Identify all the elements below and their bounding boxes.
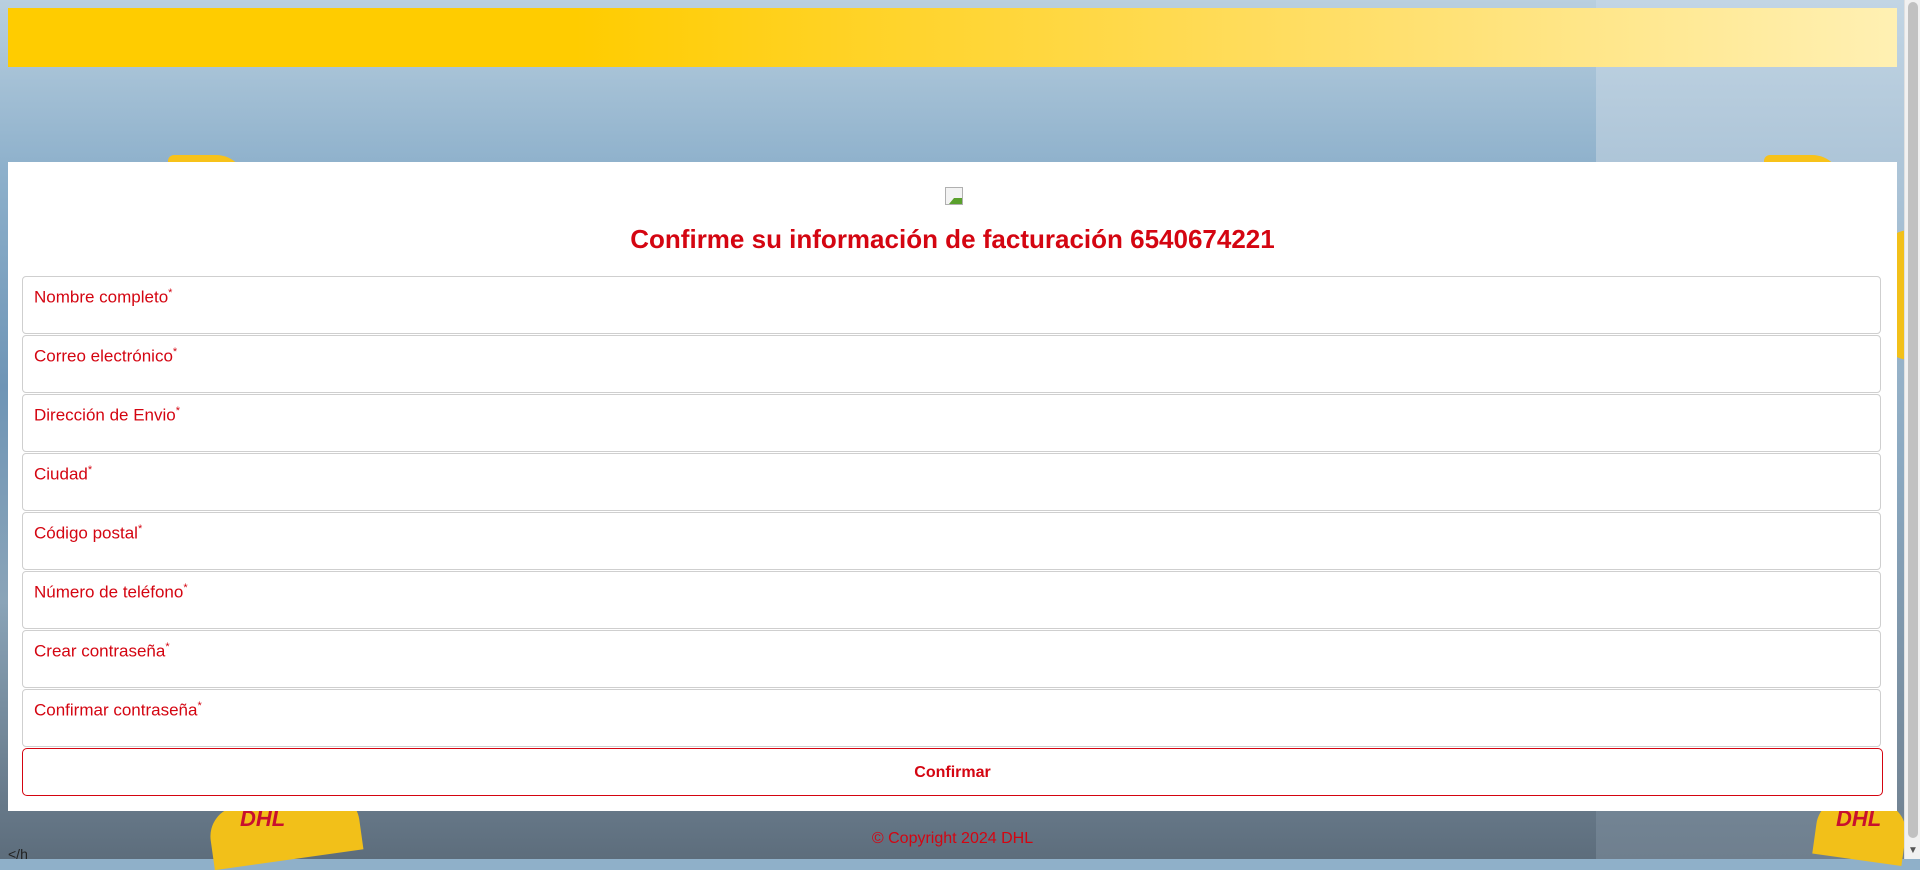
confirm-button[interactable]: Confirmar xyxy=(22,748,1883,796)
full-name-label: Nombre completo* xyxy=(34,287,173,307)
create-password-field[interactable]: Crear contraseña* xyxy=(22,630,1881,688)
postal-code-field[interactable]: Código postal* xyxy=(22,512,1881,570)
phone-label: Número de teléfono* xyxy=(34,582,188,602)
scrollbar-thumb[interactable] xyxy=(1908,2,1918,838)
confirm-password-label: Confirmar contraseña* xyxy=(34,700,202,720)
shipping-address-field[interactable]: Dirección de Envio* xyxy=(22,394,1881,452)
top-banner xyxy=(8,8,1897,67)
full-name-field[interactable]: Nombre completo* xyxy=(22,276,1881,334)
postal-code-label: Código postal* xyxy=(34,523,143,543)
confirm-password-field[interactable]: Confirmar contraseña* xyxy=(22,689,1881,747)
vertical-scrollbar[interactable]: ▼ xyxy=(1904,0,1920,859)
page-title: Confirme su información de facturación 6… xyxy=(630,224,1275,254)
city-label: Ciudad* xyxy=(34,464,93,484)
phone-field[interactable]: Número de teléfono* xyxy=(22,571,1881,629)
copyright-footer: © Copyright 2024 DHL xyxy=(871,830,1034,847)
shipping-address-label: Dirección de Envio* xyxy=(34,405,181,425)
create-password-label: Crear contraseña* xyxy=(34,641,170,661)
email-field[interactable]: Correo electrónico* xyxy=(22,335,1881,393)
stray-text: </h xyxy=(8,846,28,862)
broken-image-icon xyxy=(945,187,963,205)
email-label: Correo electrónico* xyxy=(34,346,178,366)
scroll-down-arrow-icon[interactable]: ▼ xyxy=(1905,843,1920,859)
city-field[interactable]: Ciudad* xyxy=(22,453,1881,511)
